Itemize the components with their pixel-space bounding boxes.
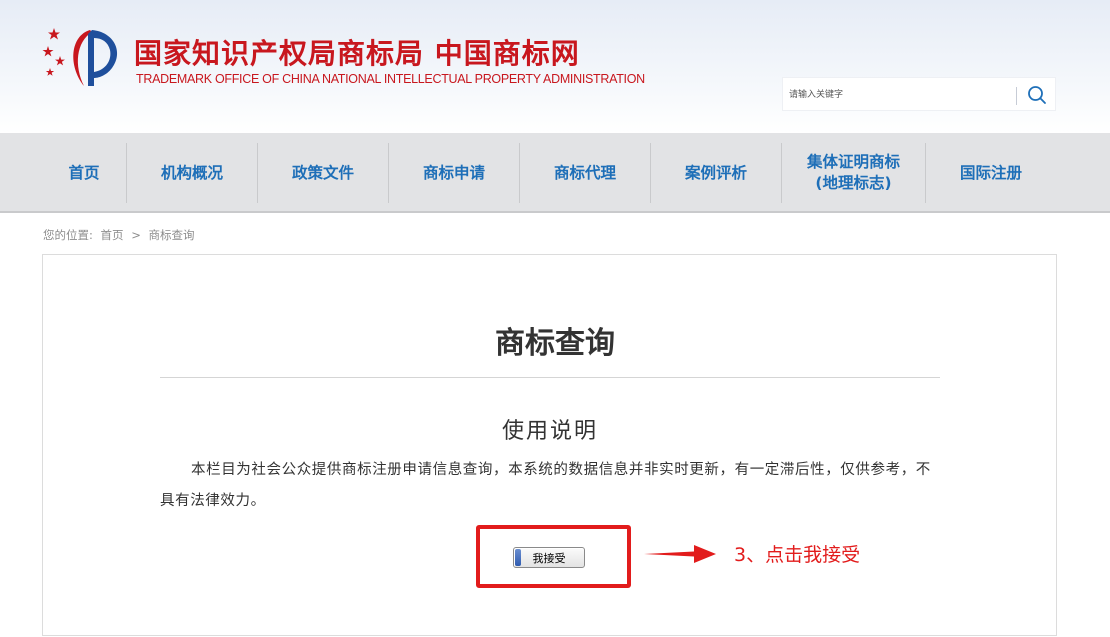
breadcrumb-separator: > bbox=[131, 228, 141, 242]
accept-button-accent bbox=[515, 549, 521, 566]
nav-item-about[interactable]: 机构概况 bbox=[127, 143, 257, 203]
cnipa-logo-icon bbox=[42, 28, 118, 86]
nav-item-agency[interactable]: 商标代理 bbox=[520, 143, 650, 203]
nav-item-policy[interactable]: 政策文件 bbox=[258, 143, 388, 203]
nav-item-collective-marks-line1: 集体证明商标 bbox=[806, 153, 900, 171]
section-title: 使用说明 bbox=[501, 419, 598, 444]
breadcrumb-prefix: 您的位置: bbox=[43, 228, 93, 242]
step-instruction: 3、点击我接受 bbox=[734, 544, 861, 566]
site-header: 国家知识产权局商标局 中国商标网 TRADEMARK OFFICE OF CHI… bbox=[0, 0, 1110, 133]
search-input[interactable] bbox=[789, 84, 1009, 106]
breadcrumb: 您的位置: 首页 > 商标查询 bbox=[43, 227, 198, 243]
search-divider bbox=[1016, 87, 1017, 105]
search-button[interactable] bbox=[1024, 83, 1050, 107]
nav-item-international[interactable]: 国际注册 bbox=[926, 143, 1056, 203]
accept-button-label: 我接受 bbox=[532, 551, 566, 565]
site-subtitle: TRADEMARK OFFICE OF CHINA NATIONAL INTEL… bbox=[136, 72, 645, 86]
nav-item-cases[interactable]: 案例评析 bbox=[651, 143, 781, 203]
nav-item-home[interactable]: 首页 bbox=[42, 143, 126, 203]
site-title: 国家知识产权局商标局 中国商标网 bbox=[134, 37, 580, 70]
search-box bbox=[782, 77, 1056, 111]
arrow-left-icon bbox=[644, 545, 716, 563]
breadcrumb-home-link[interactable]: 首页 bbox=[101, 228, 124, 242]
main-nav: 首页 机构概况 政策文件 商标申请 商标代理 案例评析 集体证明商标 (地理标志… bbox=[0, 133, 1110, 213]
breadcrumb-current: 商标查询 bbox=[148, 228, 195, 242]
search-icon bbox=[1028, 86, 1046, 104]
nav-item-application[interactable]: 商标申请 bbox=[389, 143, 519, 203]
nav-item-collective-marks-line2: (地理标志) bbox=[815, 174, 892, 192]
title-divider bbox=[160, 377, 940, 378]
nav-item-collective-marks[interactable]: 集体证明商标 (地理标志) bbox=[782, 143, 925, 203]
accept-button[interactable]: 我接受 bbox=[513, 547, 585, 568]
page-title: 商标查询 bbox=[495, 326, 615, 361]
usage-notice: 本栏目为社会公众提供商标注册申请信息查询，本系统的数据信息并非实时更新，有一定滞… bbox=[160, 462, 931, 509]
